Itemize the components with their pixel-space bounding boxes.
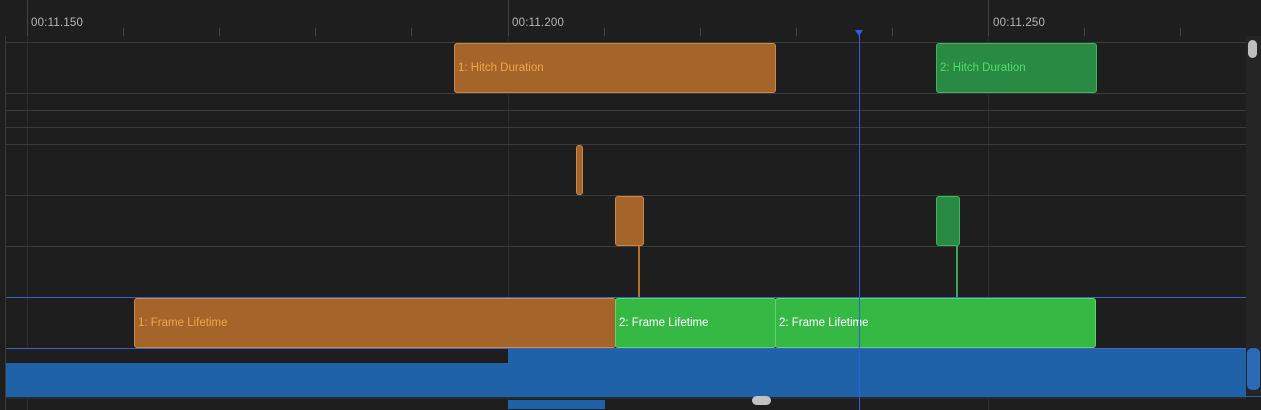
playhead-line[interactable]: [859, 30, 860, 410]
ruler-minor-tick: [892, 28, 893, 36]
row-divider: [6, 110, 1246, 111]
band-notch: [6, 349, 508, 363]
row-divider: [6, 93, 1246, 94]
ruler-major-tick: [988, 0, 989, 36]
frame-lifetime-label: 2: Frame Lifetime: [619, 317, 709, 329]
ruler-minor-tick: [1084, 28, 1085, 36]
row-divider: [6, 127, 1246, 128]
row-divider: [6, 144, 1246, 145]
vertical-scrollbar-thumb[interactable]: [1248, 40, 1257, 58]
ruler-major-tick: [27, 0, 28, 36]
hitch-duration-label: 2: Hitch Duration: [940, 62, 1026, 74]
frame-lifetime-block-2a[interactable]: 2: Frame Lifetime: [615, 298, 776, 348]
ruler-tick-label: 00:11.200: [512, 17, 565, 29]
vertical-scrollbar-track[interactable]: [1246, 36, 1261, 396]
ruler-tick-label: 00:11.250: [993, 17, 1046, 29]
ruler-minor-tick: [604, 28, 605, 36]
ruler-minor-tick: [219, 28, 220, 36]
ruler-minor-tick: [411, 28, 412, 36]
frame-lifetime-label: 1: Frame Lifetime: [138, 317, 228, 329]
timeline-view[interactable]: 00:11.150 00:11.200 00:11.250 1: Hitch D…: [0, 0, 1261, 410]
dependency-line-orange: [638, 246, 640, 297]
event-block-green[interactable]: [936, 196, 960, 246]
hitch-duration-label: 1: Hitch Duration: [458, 62, 544, 74]
ruler-minor-tick: [123, 28, 124, 36]
frame-lifetime-block-2b[interactable]: 2: Frame Lifetime: [775, 298, 1096, 348]
hitch-duration-block-1[interactable]: 1: Hitch Duration: [454, 43, 776, 93]
dependency-line-green: [956, 246, 958, 297]
ruler-minor-tick: [796, 28, 797, 36]
horizontal-scrollbar-thumb[interactable]: [752, 396, 771, 405]
ruler-minor-tick: [700, 28, 701, 36]
row-divider: [6, 246, 1246, 247]
ruler-tick-label: 00:11.150: [31, 17, 84, 29]
hitch-duration-block-2[interactable]: 2: Hitch Duration: [936, 43, 1097, 93]
time-ruler[interactable]: 00:11.150 00:11.200 00:11.250: [0, 0, 1261, 36]
ruler-minor-tick: [315, 28, 316, 36]
frame-lifetime-block-1[interactable]: 1: Frame Lifetime: [134, 298, 616, 348]
playhead-handle-icon[interactable]: [855, 30, 863, 36]
frame-lifetime-label: 2: Frame Lifetime: [779, 317, 869, 329]
selected-row-bottom-line: [6, 348, 1261, 349]
event-marker-orange[interactable]: [576, 145, 583, 195]
horizontal-overview-segment: [508, 400, 605, 409]
vertical-scrollbar-highlight: [1247, 348, 1260, 390]
event-block-orange[interactable]: [615, 196, 644, 246]
ruler-minor-tick: [1180, 28, 1181, 36]
ruler-major-tick: [508, 0, 509, 36]
